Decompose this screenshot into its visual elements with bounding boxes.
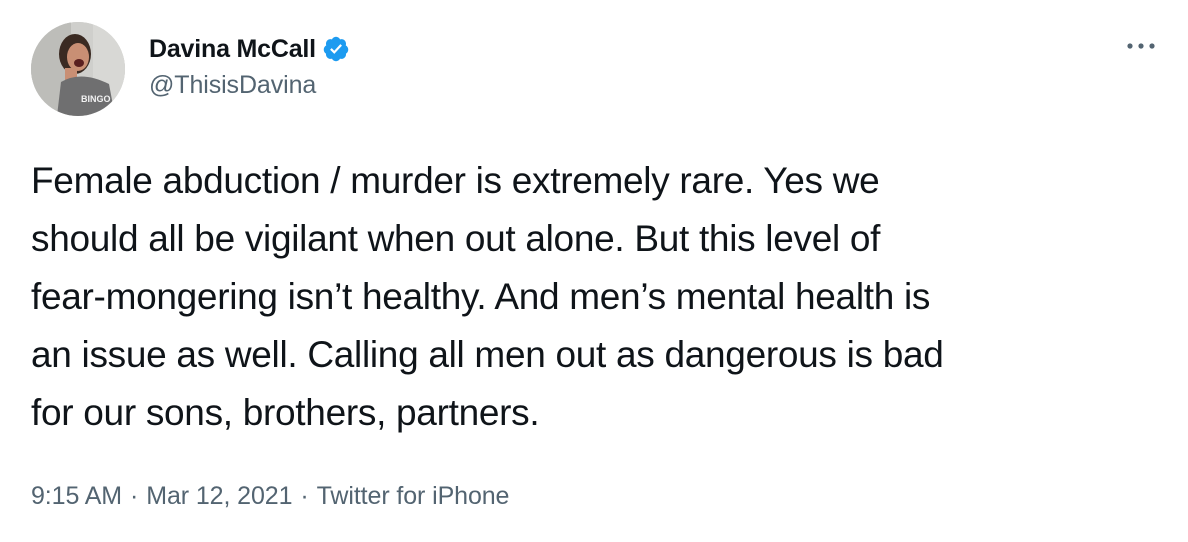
- separator: ·: [130, 482, 139, 510]
- display-name[interactable]: Davina McCall: [149, 35, 316, 64]
- tweet-text: Female abduction / murder is extremely r…: [31, 152, 1161, 442]
- avatar[interactable]: BINGO: [31, 22, 125, 116]
- tweet-text-line: for our sons, brothers, partners.: [31, 392, 540, 433]
- avatar-shirt-text: BINGO: [81, 94, 111, 104]
- separator: ·: [300, 482, 309, 510]
- more-horizontal-icon[interactable]: [1124, 36, 1158, 56]
- user-info: Davina McCall @ThisisDavina: [149, 33, 350, 100]
- tweet-text-line: fear-mongering isn’t healthy. And men’s …: [31, 276, 931, 317]
- tweet-text-line: an issue as well. Calling all men out as…: [31, 334, 944, 375]
- tweet-date: Mar 12, 2021: [146, 482, 293, 510]
- tweet-card: BINGO Davina McCall @ThisisDavina Female…: [0, 0, 1188, 542]
- name-row: Davina McCall: [149, 33, 350, 65]
- user-handle[interactable]: @ThisisDavina: [149, 71, 350, 100]
- tweet-text-line: Female abduction / murder is extremely r…: [31, 160, 880, 201]
- tweet-time-link[interactable]: 9:15 AM · Mar 12, 2021: [31, 482, 292, 511]
- tweet-meta: 9:15 AM · Mar 12, 2021 · Twitter for iPhon…: [31, 482, 509, 511]
- profile-photo-icon: BINGO: [31, 22, 125, 116]
- tweet-time: 9:15 AM: [31, 482, 123, 510]
- tweet-text-line: should all be vigilant when out alone. B…: [31, 218, 881, 259]
- tweet-source-link[interactable]: Twitter for iPhone: [317, 482, 510, 511]
- verified-badge-icon: [322, 35, 350, 63]
